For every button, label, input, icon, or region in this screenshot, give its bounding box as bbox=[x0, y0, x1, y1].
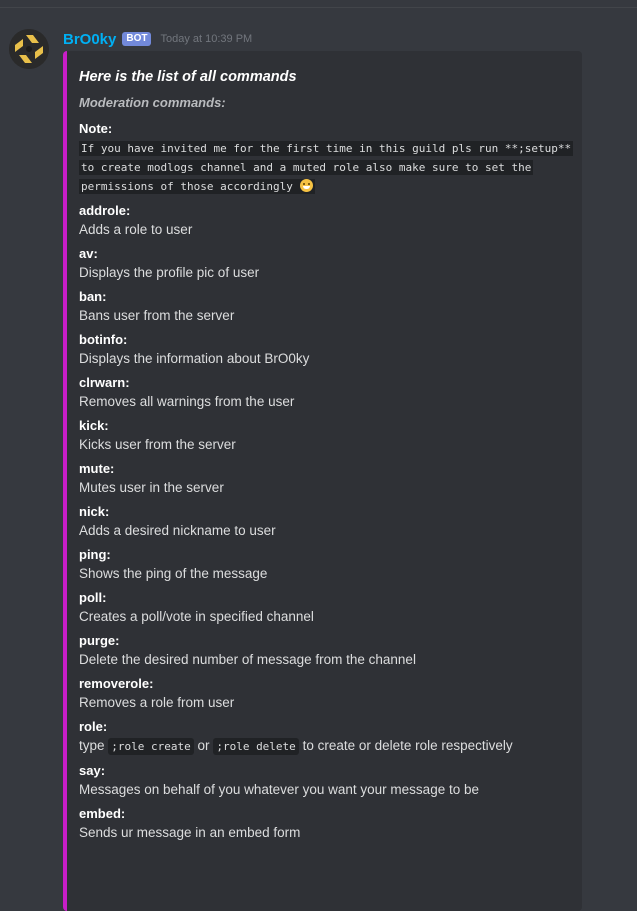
field-value: type ;role create or ;role delete to cre… bbox=[79, 736, 574, 756]
field-name: nick: bbox=[79, 504, 110, 519]
embed-field: clrwarn: Removes all warnings from the us… bbox=[79, 375, 574, 411]
embed-tail-fields: say: Messages on behalf of you whatever y… bbox=[79, 763, 574, 842]
embed-content: Here is the list of all commands Moderat… bbox=[79, 69, 574, 842]
field-name: say: bbox=[79, 763, 106, 778]
field-value: Creates a poll/vote in specified channel bbox=[79, 609, 314, 624]
field-value: Mutes user in the server bbox=[79, 480, 224, 495]
timestamp[interactable]: Today at 10:39 PM bbox=[160, 33, 252, 45]
note-line: If you have invited me for the first tim… bbox=[79, 141, 574, 156]
role-middle: or bbox=[197, 738, 210, 753]
field-name: role: bbox=[79, 719, 108, 734]
grinning-face-emoji-icon bbox=[299, 179, 313, 192]
field-value: Messages on behalf of you whatever you w… bbox=[79, 782, 479, 797]
embed-field: poll: Creates a poll/vote in specified ch… bbox=[79, 590, 574, 626]
message-header: BrO0ky BOT Today at 10:39 PM bbox=[63, 29, 252, 49]
note-line: permissions of those accordingly bbox=[81, 180, 293, 193]
message-divider bbox=[0, 7, 637, 8]
field-value: Removes a role from user bbox=[79, 695, 235, 710]
avatar[interactable] bbox=[9, 29, 49, 69]
field-name: embed: bbox=[79, 806, 126, 821]
field-name: removerole: bbox=[79, 676, 154, 691]
embed-field: botinfo: Displays the information about B… bbox=[79, 332, 574, 368]
field-name: purge: bbox=[79, 633, 120, 648]
field-name: ping: bbox=[79, 547, 111, 562]
embed-field-note: Note: If you have invited me for the fir… bbox=[79, 121, 574, 196]
embed-subtitle: Moderation commands: bbox=[79, 95, 226, 110]
embed-field: embed: Sends ur message in an embed form bbox=[79, 806, 574, 842]
field-value: Bans user from the server bbox=[79, 308, 235, 323]
embed-field: nick: Adds a desired nickname to user bbox=[79, 504, 574, 540]
field-name: addrole: bbox=[79, 203, 131, 218]
field-value: Delete the desired number of message fro… bbox=[79, 652, 416, 667]
field-value: Kicks user from the server bbox=[79, 437, 236, 452]
role-suffix: to create or delete role respectively bbox=[302, 738, 513, 753]
field-name: clrwarn: bbox=[79, 375, 130, 390]
field-value: Removes all warnings from the user bbox=[79, 394, 295, 409]
role-prefix: type bbox=[79, 738, 105, 753]
bot-tag: BOT bbox=[122, 32, 152, 46]
field-value: Adds a desired nickname to user bbox=[79, 523, 276, 538]
field-value: Displays the information about BrO0ky bbox=[79, 351, 310, 366]
field-name: Note: bbox=[79, 121, 113, 136]
field-value: Sends ur message in an embed form bbox=[79, 825, 301, 840]
note-line: to create modlogs channel and a muted ro… bbox=[79, 160, 534, 175]
embed-field: say: Messages on behalf of you whatever y… bbox=[79, 763, 574, 799]
note-code-block: If you have invited me for the first tim… bbox=[79, 139, 574, 196]
username[interactable]: BrO0ky bbox=[63, 31, 116, 48]
field-name: av: bbox=[79, 246, 98, 261]
field-value: Displays the profile pic of user bbox=[79, 265, 260, 280]
field-value: Adds a role to user bbox=[79, 222, 193, 237]
inline-code: ;role create bbox=[108, 738, 194, 755]
embed-field: av: Displays the profile pic of user bbox=[79, 246, 574, 282]
embed-field: addrole: Adds a role to user bbox=[79, 203, 574, 239]
embed-field: mute: Mutes user in the server bbox=[79, 461, 574, 497]
field-name: botinfo: bbox=[79, 332, 128, 347]
field-name: ban: bbox=[79, 289, 107, 304]
field-name: mute: bbox=[79, 461, 115, 476]
embed-fields: addrole: Adds a role to user av: Displays t… bbox=[79, 203, 574, 712]
field-name: kick: bbox=[79, 418, 109, 433]
field-value: Shows the ping of the message bbox=[79, 566, 268, 581]
embed-field: removerole: Removes a role from user bbox=[79, 676, 574, 712]
embed-title: Here is the list of all commands bbox=[79, 69, 297, 85]
embed: Here is the list of all commands Moderat… bbox=[63, 51, 582, 911]
embed-field: purge: Delete the desired number of messa… bbox=[79, 633, 574, 669]
embed-field: kick: Kicks user from the server bbox=[79, 418, 574, 454]
ninjas-in-pyjamas-logo-icon bbox=[9, 29, 49, 69]
field-name: poll: bbox=[79, 590, 107, 605]
embed-field: ban: Bans user from the server bbox=[79, 289, 574, 325]
embed-field-role: role: type ;role create or ;role delete … bbox=[79, 719, 574, 756]
inline-code: ;role delete bbox=[213, 738, 299, 755]
embed-field: ping: Shows the ping of the message bbox=[79, 547, 574, 583]
